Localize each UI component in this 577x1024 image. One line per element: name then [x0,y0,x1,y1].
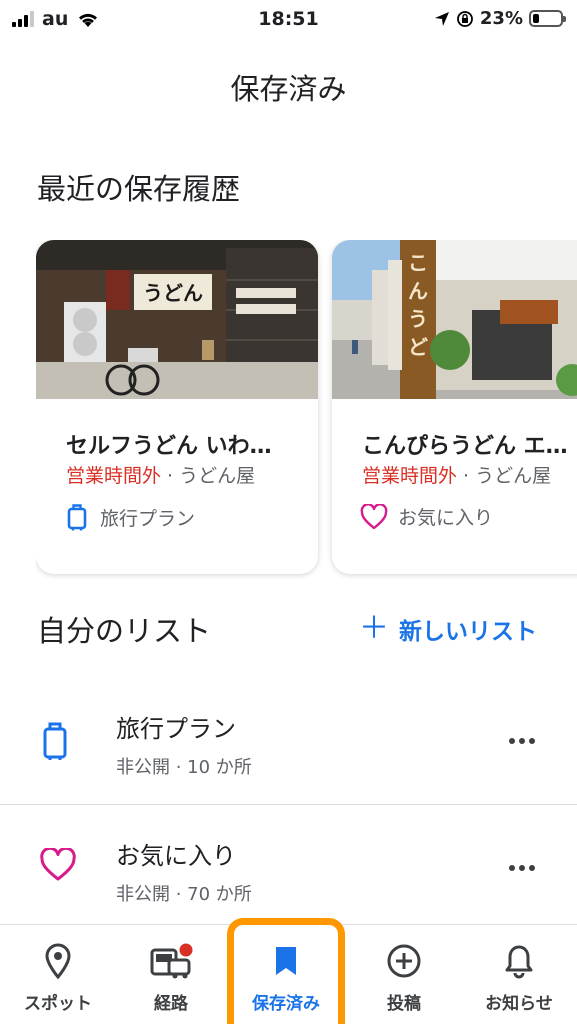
status-bar: au 18:51 23% [0,0,577,40]
add-circle-icon [387,944,421,978]
place-card[interactable]: こ ん う ど こんぴらうどん エ… 営業時間外 · うどん屋 お気に入り [332,240,577,574]
page-title: 保存済み [230,72,347,106]
nav-spots[interactable]: スポット [3,941,113,1014]
svg-text:ん: ん [408,279,428,303]
luggage-icon [43,722,67,760]
list-tag-label: お気に入り [398,507,494,529]
list-meta: 非公開 · 70 か所 [116,884,252,905]
saved-tab-highlight [227,918,345,1024]
heart-icon [40,848,76,881]
battery-icon [529,10,566,27]
more-options-icon[interactable] [509,738,535,744]
saved-list-tag: お気に入り [360,503,493,530]
rotation-lock-icon [457,10,473,27]
recent-saves-title: 最近の保存履歴 [37,172,241,206]
list-item-favorites[interactable]: お気に入り 非公開 · 70 か所 [0,808,577,928]
nav-label: お知らせ [485,994,553,1014]
status-right: 23% [434,8,566,29]
new-list-button[interactable]: ＋ 新しいリスト [359,612,537,646]
nav-commute[interactable]: 経路 [116,941,226,1014]
battery-percent: 23% [479,8,523,29]
svg-text:ど: ど [408,335,428,359]
list-item-travel[interactable]: 旅行プラン 非公開 · 10 か所 [0,683,577,803]
my-lists-title: 自分のリスト [37,614,212,648]
place-photo: こ ん う ど [332,240,577,399]
location-pin-icon [45,943,71,979]
list-name: 旅行プラン [116,715,236,743]
place-name: こんぴらうどん エ… [362,434,568,459]
place-category: うどん屋 [475,465,552,487]
heart-icon [360,503,388,529]
list-divider [0,804,577,805]
place-name: セルフうどん いわ… [66,434,272,459]
plus-icon: ＋ [359,611,389,646]
place-category: うどん屋 [179,465,256,487]
svg-text:こ: こ [408,251,428,275]
luggage-icon [67,504,87,531]
hours-status: 営業時間外 [362,465,458,487]
place-subtitle: 営業時間外 · うどん屋 [66,461,255,488]
place-subtitle: 営業時間外 · うどん屋 [362,461,551,488]
nav-label: 投稿 [387,994,421,1014]
nav-label: スポット [24,994,92,1014]
list-tag-label: 旅行プラン [100,507,196,530]
recent-cards-carousel[interactable]: うどん セルフうどん いわ… 営業時間外 · うどん屋 旅行プラン こ ん う … [36,240,577,580]
commute-icon [150,943,193,979]
battery-fill [533,14,539,23]
place-card[interactable]: うどん セルフうどん いわ… 営業時間外 · うどん屋 旅行プラン [36,240,318,574]
new-list-label: 新しいリスト [399,619,537,645]
more-options-icon[interactable] [509,865,535,871]
list-name: お気に入り [116,842,236,870]
list-meta: 非公開 · 10 か所 [116,757,252,778]
saved-list-tag: 旅行プラン [64,503,195,531]
subtitle-separator: · [161,465,180,487]
place-photo: うどん [36,240,318,399]
subtitle-separator: · [457,465,476,487]
location-arrow-icon [434,11,449,26]
svg-text:う: う [408,307,428,331]
shop-sign-text: うどん [143,281,203,305]
hours-status: 営業時間外 [66,465,162,487]
nav-updates[interactable]: お知らせ [464,941,574,1014]
nav-contribute[interactable]: 投稿 [349,941,459,1014]
nav-label: 経路 [154,994,188,1014]
bell-icon [505,945,533,979]
